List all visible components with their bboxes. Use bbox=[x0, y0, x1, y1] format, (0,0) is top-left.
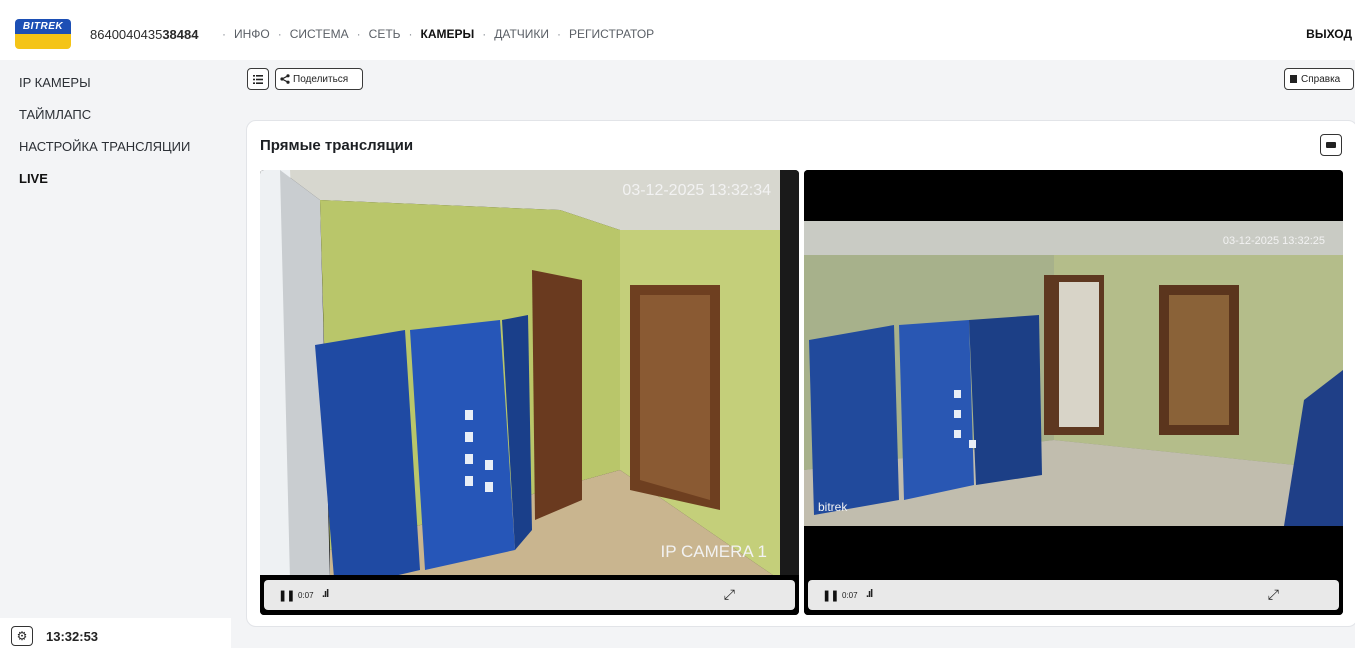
nav-item-cameras[interactable]: КАМЕРЫ bbox=[421, 27, 475, 41]
main-content: Поделиться Справка Прямые трансляции 03-… bbox=[231, 60, 1355, 648]
sidebar-item-timelapse[interactable]: ТАЙМЛАПС bbox=[19, 107, 91, 122]
minus-icon bbox=[1326, 142, 1336, 148]
bitrek-logo[interactable]: BITREK bbox=[15, 19, 71, 49]
help-button[interactable]: Справка bbox=[1284, 68, 1354, 90]
video-2-time: 0:07 bbox=[842, 591, 858, 600]
pause-icon[interactable]: ❚❚ bbox=[278, 589, 295, 602]
sidebar-item-ip-cameras[interactable]: IP КАМЕРЫ bbox=[19, 75, 91, 90]
fullscreen-icon[interactable]: ⤢ bbox=[1268, 586, 1279, 603]
nav-item-network[interactable]: СЕТЬ bbox=[369, 27, 401, 41]
logout-link[interactable]: ВЫХОД bbox=[1306, 27, 1352, 41]
device-id-prefix: 8640040435 bbox=[90, 27, 163, 42]
video-1-timestamp: 03-12-2025 13:32:34 bbox=[622, 182, 771, 199]
toolbar: Поделиться Справка bbox=[231, 60, 1355, 100]
nav-separator: · bbox=[356, 27, 361, 41]
sidebar-item-stream-settings[interactable]: НАСТРОЙКА ТРАНСЛЯЦИИ bbox=[19, 139, 190, 154]
logo-flag-yellow bbox=[15, 34, 71, 49]
device-id-suffix: 38484 bbox=[162, 27, 199, 42]
list-icon bbox=[253, 74, 263, 84]
nav-separator: · bbox=[222, 27, 226, 41]
video-2-camera-label: bitrek bbox=[818, 500, 848, 514]
nav-separator: · bbox=[482, 27, 487, 41]
nav-separator: · bbox=[277, 27, 282, 41]
nav-separator: · bbox=[408, 27, 413, 41]
nav-item-info[interactable]: ИНФО bbox=[234, 27, 270, 41]
nav-separator: · bbox=[557, 27, 562, 41]
fullscreen-icon[interactable]: ⤢ bbox=[724, 586, 735, 603]
video-2-timestamp: 03-12-2025 13:32:25 bbox=[1222, 235, 1325, 247]
video-player-1[interactable]: 03-12-2025 13:32:34 IP CAMERA 1 ❚❚ 0:07 … bbox=[260, 170, 799, 615]
nav-item-sensors[interactable]: ДАТЧИКИ bbox=[494, 27, 549, 41]
share-icon bbox=[280, 74, 290, 84]
pause-icon[interactable]: ❚❚ bbox=[822, 589, 839, 602]
list-button[interactable] bbox=[247, 68, 269, 90]
video-2-controls: ❚❚ 0:07 .ıl ⤢ bbox=[808, 580, 1339, 610]
clock: 13:32:53 bbox=[46, 629, 99, 644]
video-player-2[interactable]: 03-12-2025 13:32:25 bitrek ❚❚ 0:07 .ıl ⤢ bbox=[804, 170, 1343, 615]
share-button[interactable]: Поделиться bbox=[275, 68, 363, 90]
main-nav: · ИНФО · СИСТЕМА · СЕТЬ · КАМЕРЫ · ДАТЧИ… bbox=[214, 27, 654, 41]
sidebar: IP КАМЕРЫ ТАЙМЛАПС НАСТРОЙКА ТРАНСЛЯЦИИ … bbox=[0, 60, 231, 618]
book-icon bbox=[1290, 75, 1297, 83]
signal-icon: .ıl bbox=[322, 588, 329, 600]
collapse-button[interactable] bbox=[1320, 134, 1342, 156]
live-streams-panel: Прямые трансляции 03-12-2025 13:32:34 IP… bbox=[246, 120, 1355, 627]
nav-item-recorder[interactable]: РЕГИСТРАТОР bbox=[569, 27, 654, 41]
help-label: Справка bbox=[1301, 73, 1341, 85]
video-1-camera-label: IP CAMERA 1 bbox=[660, 542, 767, 561]
sidebar-item-live[interactable]: LIVE bbox=[19, 171, 48, 186]
panel-title: Прямые трансляции bbox=[260, 137, 414, 154]
signal-icon: .ıl bbox=[866, 588, 873, 600]
sidebar-footer: ⚙ 13:32:53 bbox=[0, 618, 231, 648]
video-1-controls: ❚❚ 0:07 .ıl ⤢ bbox=[264, 580, 795, 610]
video-1-time: 0:07 bbox=[298, 591, 314, 600]
nav-item-system[interactable]: СИСТЕМА bbox=[290, 27, 349, 41]
device-id: 864004043538484 bbox=[90, 27, 198, 42]
settings-button[interactable]: ⚙ bbox=[11, 626, 33, 646]
top-navbar: BITREK 864004043538484 · ИНФО · СИСТЕМА … bbox=[0, 0, 1355, 60]
gear-icon: ⚙ bbox=[16, 629, 28, 643]
logo-text: BITREK bbox=[15, 19, 71, 34]
share-label: Поделиться bbox=[293, 73, 349, 85]
